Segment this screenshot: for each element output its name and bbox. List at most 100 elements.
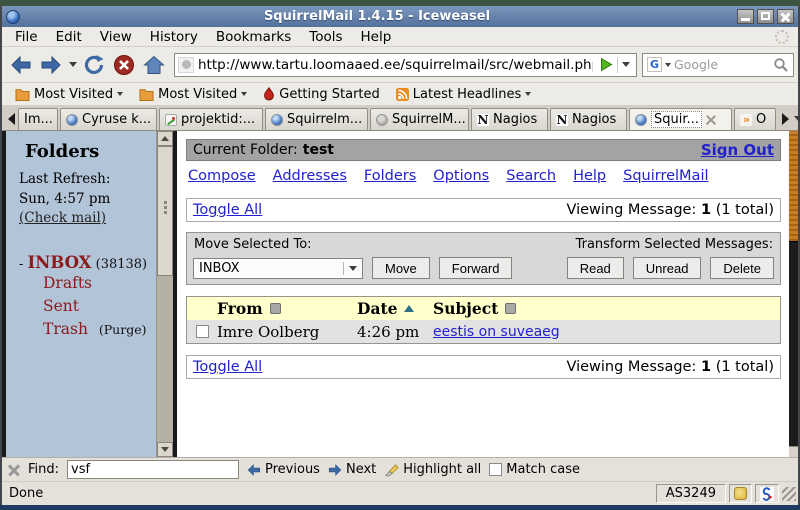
move-button[interactable]: Move xyxy=(372,257,430,279)
overflow-arrows-icon: » xyxy=(740,113,752,126)
match-case-checkbox[interactable] xyxy=(489,463,503,476)
tab-close-icon[interactable] xyxy=(706,115,716,125)
check-mail-link[interactable]: (Check mail) xyxy=(19,210,106,226)
back-history-dropdown[interactable] xyxy=(66,50,79,80)
squirrelmail-link[interactable]: SquirrelMail xyxy=(623,168,708,184)
tab-label: Nagios xyxy=(572,112,617,127)
subject-sort-button[interactable] xyxy=(505,303,517,314)
scroll-down-button[interactable] xyxy=(789,446,798,457)
scrollbar-track[interactable] xyxy=(157,146,173,442)
scroll-up-button[interactable] xyxy=(157,131,173,146)
menu-file[interactable]: File xyxy=(6,28,47,46)
url-input[interactable] xyxy=(194,56,597,73)
menu-edit[interactable]: Edit xyxy=(47,28,91,46)
read-button[interactable]: Read xyxy=(566,257,624,279)
date-header[interactable]: Date xyxy=(357,299,398,318)
message-checkbox[interactable] xyxy=(195,325,209,338)
maximize-button[interactable] xyxy=(757,9,774,24)
purge-link[interactable]: (Purge) xyxy=(99,322,147,337)
compose-link[interactable]: Compose xyxy=(188,168,256,184)
delete-button[interactable]: Delete xyxy=(710,257,774,279)
search-link[interactable]: Search xyxy=(506,168,556,184)
viewing-current: 1 xyxy=(700,359,712,375)
search-icon[interactable] xyxy=(773,57,789,73)
subject-header[interactable]: Subject xyxy=(433,299,498,318)
divider xyxy=(343,261,344,275)
close-button[interactable] xyxy=(777,9,794,24)
tab-scroll-right-button[interactable] xyxy=(778,108,792,130)
tab-scroll-left-button[interactable] xyxy=(4,108,18,130)
bookmark-most-visited-1[interactable]: Most Visited xyxy=(7,83,131,105)
match-case-option[interactable]: Match case xyxy=(489,462,580,477)
tab-9[interactable]: » O xyxy=(734,108,776,130)
forward-button-mail[interactable]: Forward xyxy=(438,257,513,279)
menu-history[interactable]: History xyxy=(141,28,207,46)
tab-2[interactable]: Cyruse k... xyxy=(60,108,157,130)
inbox-collapse-toggle[interactable]: - xyxy=(19,257,23,272)
bookmark-latest-headlines[interactable]: Latest Headlines xyxy=(388,83,540,105)
folders-link[interactable]: Folders xyxy=(364,168,416,184)
url-dropdown-icon[interactable] xyxy=(622,62,630,67)
search-engine-dropdown-icon[interactable] xyxy=(665,62,671,67)
tab-6[interactable]: N Nagios xyxy=(471,108,548,130)
menu-tools[interactable]: Tools xyxy=(300,28,351,46)
find-close-icon[interactable] xyxy=(8,464,20,476)
menu-help[interactable]: Help xyxy=(352,28,401,46)
find-input[interactable] xyxy=(67,460,240,479)
options-link[interactable]: Options xyxy=(433,168,489,184)
folder-sent-link[interactable]: Sent xyxy=(43,297,79,315)
url-bar[interactable] xyxy=(174,52,637,77)
scrollbar-thumb[interactable] xyxy=(157,146,173,277)
unread-button[interactable]: Unread xyxy=(632,257,702,279)
search-input[interactable] xyxy=(674,57,770,72)
folder-icon xyxy=(15,88,30,101)
move-to-select[interactable]: INBOX xyxy=(193,257,363,279)
bookmark-getting-started[interactable]: Getting Started xyxy=(255,83,388,105)
forward-button[interactable] xyxy=(36,50,66,80)
help-link[interactable]: Help xyxy=(573,168,606,184)
bookmark-label: Getting Started xyxy=(279,86,380,102)
menu-view[interactable]: View xyxy=(91,28,141,46)
minimize-button[interactable] xyxy=(737,9,754,24)
titlebar[interactable]: SquirrelMail 1.4.15 - Iceweasel xyxy=(2,6,798,27)
scroll-down-button[interactable] xyxy=(157,442,173,457)
sort-ascending-icon[interactable] xyxy=(403,305,414,312)
tab-1[interactable]: Im... xyxy=(18,108,58,130)
toggle-row-bottom: Toggle All Viewing Message: 1 (1 total) xyxy=(186,355,781,379)
folder-drafts-link[interactable]: Drafts xyxy=(43,274,92,292)
sidebar-scrollbar[interactable] xyxy=(156,131,173,457)
arrow-left-icon xyxy=(247,463,261,476)
go-arrow-icon[interactable] xyxy=(600,57,613,72)
from-sort-button[interactable] xyxy=(269,303,281,314)
folder-inbox-link[interactable]: INBOX xyxy=(28,253,92,272)
tab-8-active[interactable]: Squir... xyxy=(629,108,732,130)
toggle-all-link[interactable]: Toggle All xyxy=(193,202,262,218)
folder-trash-link[interactable]: Trash xyxy=(43,320,88,338)
scrollbar-thumb[interactable] xyxy=(789,131,798,242)
from-header[interactable]: From xyxy=(217,299,263,318)
tab-7[interactable]: N Nagios xyxy=(550,108,627,130)
menu-bookmarks[interactable]: Bookmarks xyxy=(207,28,300,46)
resize-grip[interactable] xyxy=(782,486,796,501)
tab-list-dropdown-button[interactable] xyxy=(792,108,800,130)
home-button[interactable] xyxy=(139,50,169,80)
highlight-all-button[interactable]: Highlight all xyxy=(384,462,481,477)
extension-slot-2[interactable] xyxy=(755,484,779,503)
search-box[interactable]: G xyxy=(642,52,794,77)
tab-3[interactable]: projektid:... xyxy=(159,108,263,130)
tab-5[interactable]: SquirrelM... xyxy=(370,108,469,130)
find-next-button[interactable]: Next xyxy=(328,462,376,477)
find-previous-button[interactable]: Previous xyxy=(247,462,320,477)
google-engine-icon[interactable]: G xyxy=(647,57,662,72)
sign-out-link[interactable]: Sign Out xyxy=(701,141,774,159)
message-subject-link[interactable]: eestis on suveaeg xyxy=(433,324,560,340)
tab-4[interactable]: Squirrelm... xyxy=(265,108,368,130)
addresses-link[interactable]: Addresses xyxy=(273,168,347,184)
page-scrollbar[interactable] xyxy=(789,131,798,457)
toggle-all-link[interactable]: Toggle All xyxy=(193,359,262,375)
reload-button[interactable] xyxy=(79,50,109,80)
bookmark-most-visited-2[interactable]: Most Visited xyxy=(131,83,255,105)
back-button[interactable] xyxy=(6,50,36,80)
stop-button[interactable] xyxy=(109,50,139,80)
extension-slot-1[interactable] xyxy=(729,484,752,503)
